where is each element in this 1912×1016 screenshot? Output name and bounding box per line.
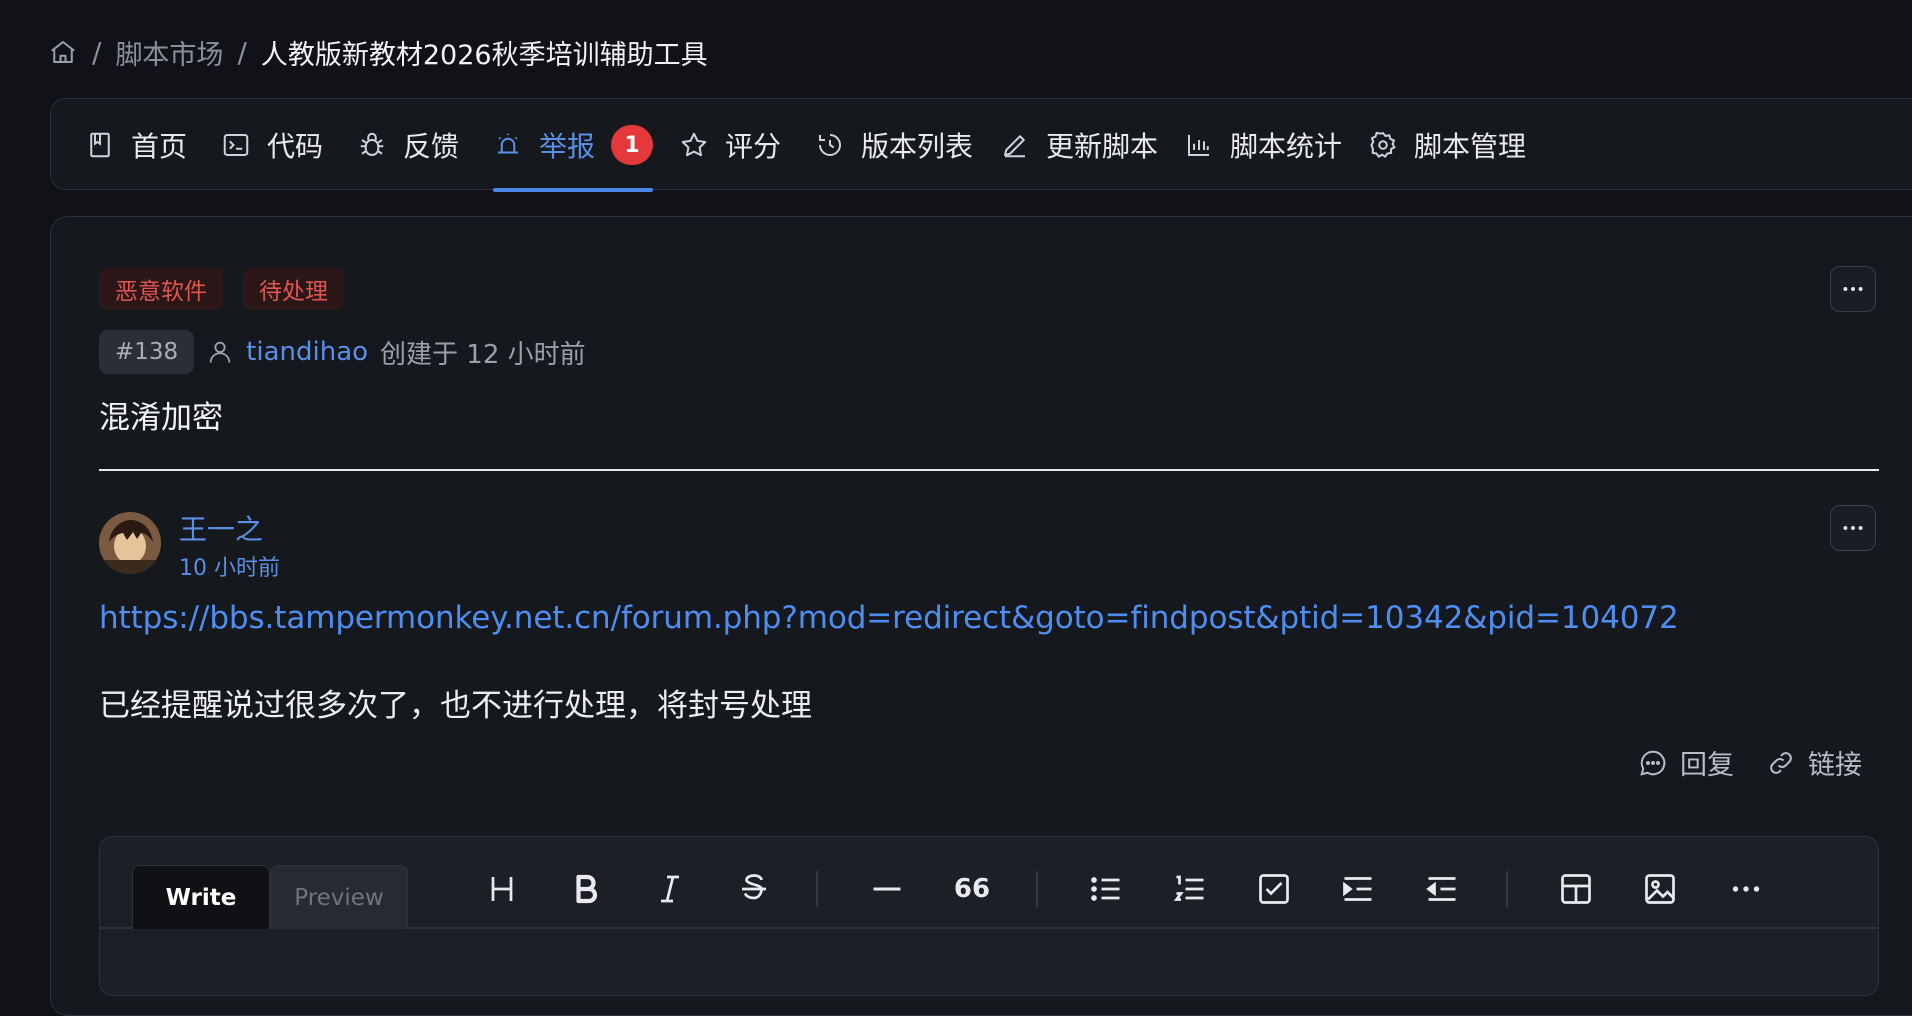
heading-icon: [484, 871, 520, 907]
tab-rating[interactable]: 评分: [679, 99, 781, 191]
terminal-icon: [221, 130, 251, 160]
star-icon: [679, 130, 709, 160]
comment-time[interactable]: 10 小时前: [179, 550, 280, 582]
report-title: 混淆加密: [99, 400, 223, 436]
book-icon: [85, 130, 115, 160]
tab-script-admin[interactable]: 脚本管理: [1368, 99, 1526, 191]
outdent-icon: [1424, 871, 1460, 907]
editor-toolbar: Write Preview 66: [100, 837, 1878, 929]
checkbox-icon: [1256, 871, 1292, 907]
link-button[interactable]: 链接: [1766, 743, 1862, 782]
breadcrumb-market-link[interactable]: 脚本市场: [115, 33, 223, 72]
ellipsis-icon: [1728, 871, 1764, 907]
breadcrumb-separator: /: [237, 35, 247, 69]
tab-versions[interactable]: 版本列表: [815, 99, 973, 191]
bar-chart-icon: [1184, 130, 1214, 160]
table-icon: [1558, 871, 1594, 907]
italic-button[interactable]: [648, 867, 692, 911]
tag-malware: 恶意软件: [99, 268, 223, 310]
strikethrough-icon: [736, 871, 772, 907]
bullet-list-icon: [1088, 871, 1124, 907]
divider: [99, 469, 1879, 471]
report-more-button[interactable]: [1830, 266, 1876, 312]
bullet-list-button[interactable]: [1084, 867, 1128, 911]
comment-author-link[interactable]: 王一之: [179, 508, 263, 548]
tag-pending: 待处理: [243, 268, 344, 310]
breadcrumb-separator: /: [92, 35, 102, 69]
tab-report[interactable]: 举报 1: [493, 99, 654, 192]
indent-icon: [1340, 871, 1376, 907]
script-nav-bar: 首页 代码 反馈 举报 1 评分 版本列表 更新脚本 脚本统计 脚本管理: [50, 98, 1912, 192]
tab-label: 代码: [267, 130, 324, 163]
comment-body: 已经提醒说过很多次了，也不进行处理，将封号处理: [99, 688, 812, 724]
tab-label: 脚本统计: [1230, 130, 1343, 163]
user-icon: [206, 338, 234, 366]
horizontal-rule-icon: [869, 871, 905, 907]
comment-url-link[interactable]: https://bbs.tampermonkey.net.cn/forum.ph…: [99, 600, 1679, 636]
comment-more-button[interactable]: [1830, 505, 1876, 551]
avatar[interactable]: [99, 512, 161, 574]
tab-write[interactable]: Write: [132, 865, 270, 929]
gear-icon: [1368, 130, 1398, 160]
breadcrumb: / 脚本市场 / 人教版新教材2026秋季培训辅助工具: [48, 33, 708, 72]
link-label: 链接: [1808, 750, 1862, 781]
italic-icon: [652, 871, 688, 907]
comment-icon: [1638, 748, 1668, 778]
toolbar-divider: [1506, 871, 1508, 907]
tab-label: 反馈: [403, 130, 460, 163]
alarm-icon: [493, 130, 523, 160]
quote-button[interactable]: 66: [950, 867, 994, 911]
comment-actions: 回复 链接: [1638, 743, 1862, 782]
ellipsis-icon: [1840, 276, 1866, 302]
tab-feedback[interactable]: 反馈: [357, 99, 459, 191]
ellipsis-icon: [1840, 515, 1866, 541]
tab-label: 首页: [131, 130, 188, 163]
home-icon[interactable]: [48, 37, 78, 67]
pencil-icon: [1000, 130, 1030, 160]
table-button[interactable]: [1554, 867, 1598, 911]
reporter-link[interactable]: tiandihao: [246, 337, 368, 367]
created-time: 创建于 12 小时前: [380, 339, 586, 370]
numbered-list-icon: [1172, 871, 1208, 907]
indent-button[interactable]: [1336, 867, 1380, 911]
toolbar-divider: [1036, 871, 1038, 907]
tab-label: 评分: [725, 130, 782, 163]
tab-label: 举报: [539, 130, 596, 163]
tab-code[interactable]: 代码: [221, 99, 323, 191]
bug-icon: [357, 130, 387, 160]
numbered-list-button[interactable]: [1168, 867, 1212, 911]
tab-script-stats[interactable]: 脚本统计: [1184, 99, 1342, 191]
toolbar-divider: [816, 871, 818, 907]
tab-home[interactable]: 首页: [85, 99, 187, 191]
tab-label: 版本列表: [861, 130, 974, 163]
horizontal-rule-button[interactable]: [865, 867, 909, 911]
issue-number: #138: [99, 330, 195, 374]
task-list-button[interactable]: [1252, 867, 1296, 911]
tab-label: 更新脚本: [1046, 130, 1159, 163]
outdent-button[interactable]: [1420, 867, 1464, 911]
image-icon: [1642, 871, 1678, 907]
bold-button[interactable]: [564, 867, 608, 911]
reply-label: 回复: [1680, 750, 1734, 781]
tab-update-script[interactable]: 更新脚本: [1000, 99, 1158, 191]
link-icon: [1766, 748, 1796, 778]
report-meta: #138 tiandihao 创建于 12 小时前: [99, 330, 586, 374]
quote-icon: 66: [953, 874, 991, 904]
tab-preview[interactable]: Preview: [270, 865, 408, 929]
history-icon: [815, 130, 845, 160]
heading-button[interactable]: [480, 867, 524, 911]
breadcrumb-current: 人教版新教材2026秋季培训辅助工具: [260, 39, 708, 71]
bold-icon: [568, 871, 604, 907]
image-button[interactable]: [1638, 867, 1682, 911]
more-tools-button[interactable]: [1724, 867, 1768, 911]
strikethrough-button[interactable]: [732, 867, 776, 911]
report-count-badge: 1: [611, 125, 654, 165]
markdown-editor: Write Preview 66: [99, 836, 1879, 996]
tab-label: 脚本管理: [1414, 130, 1527, 163]
reply-button[interactable]: 回复: [1638, 743, 1734, 782]
